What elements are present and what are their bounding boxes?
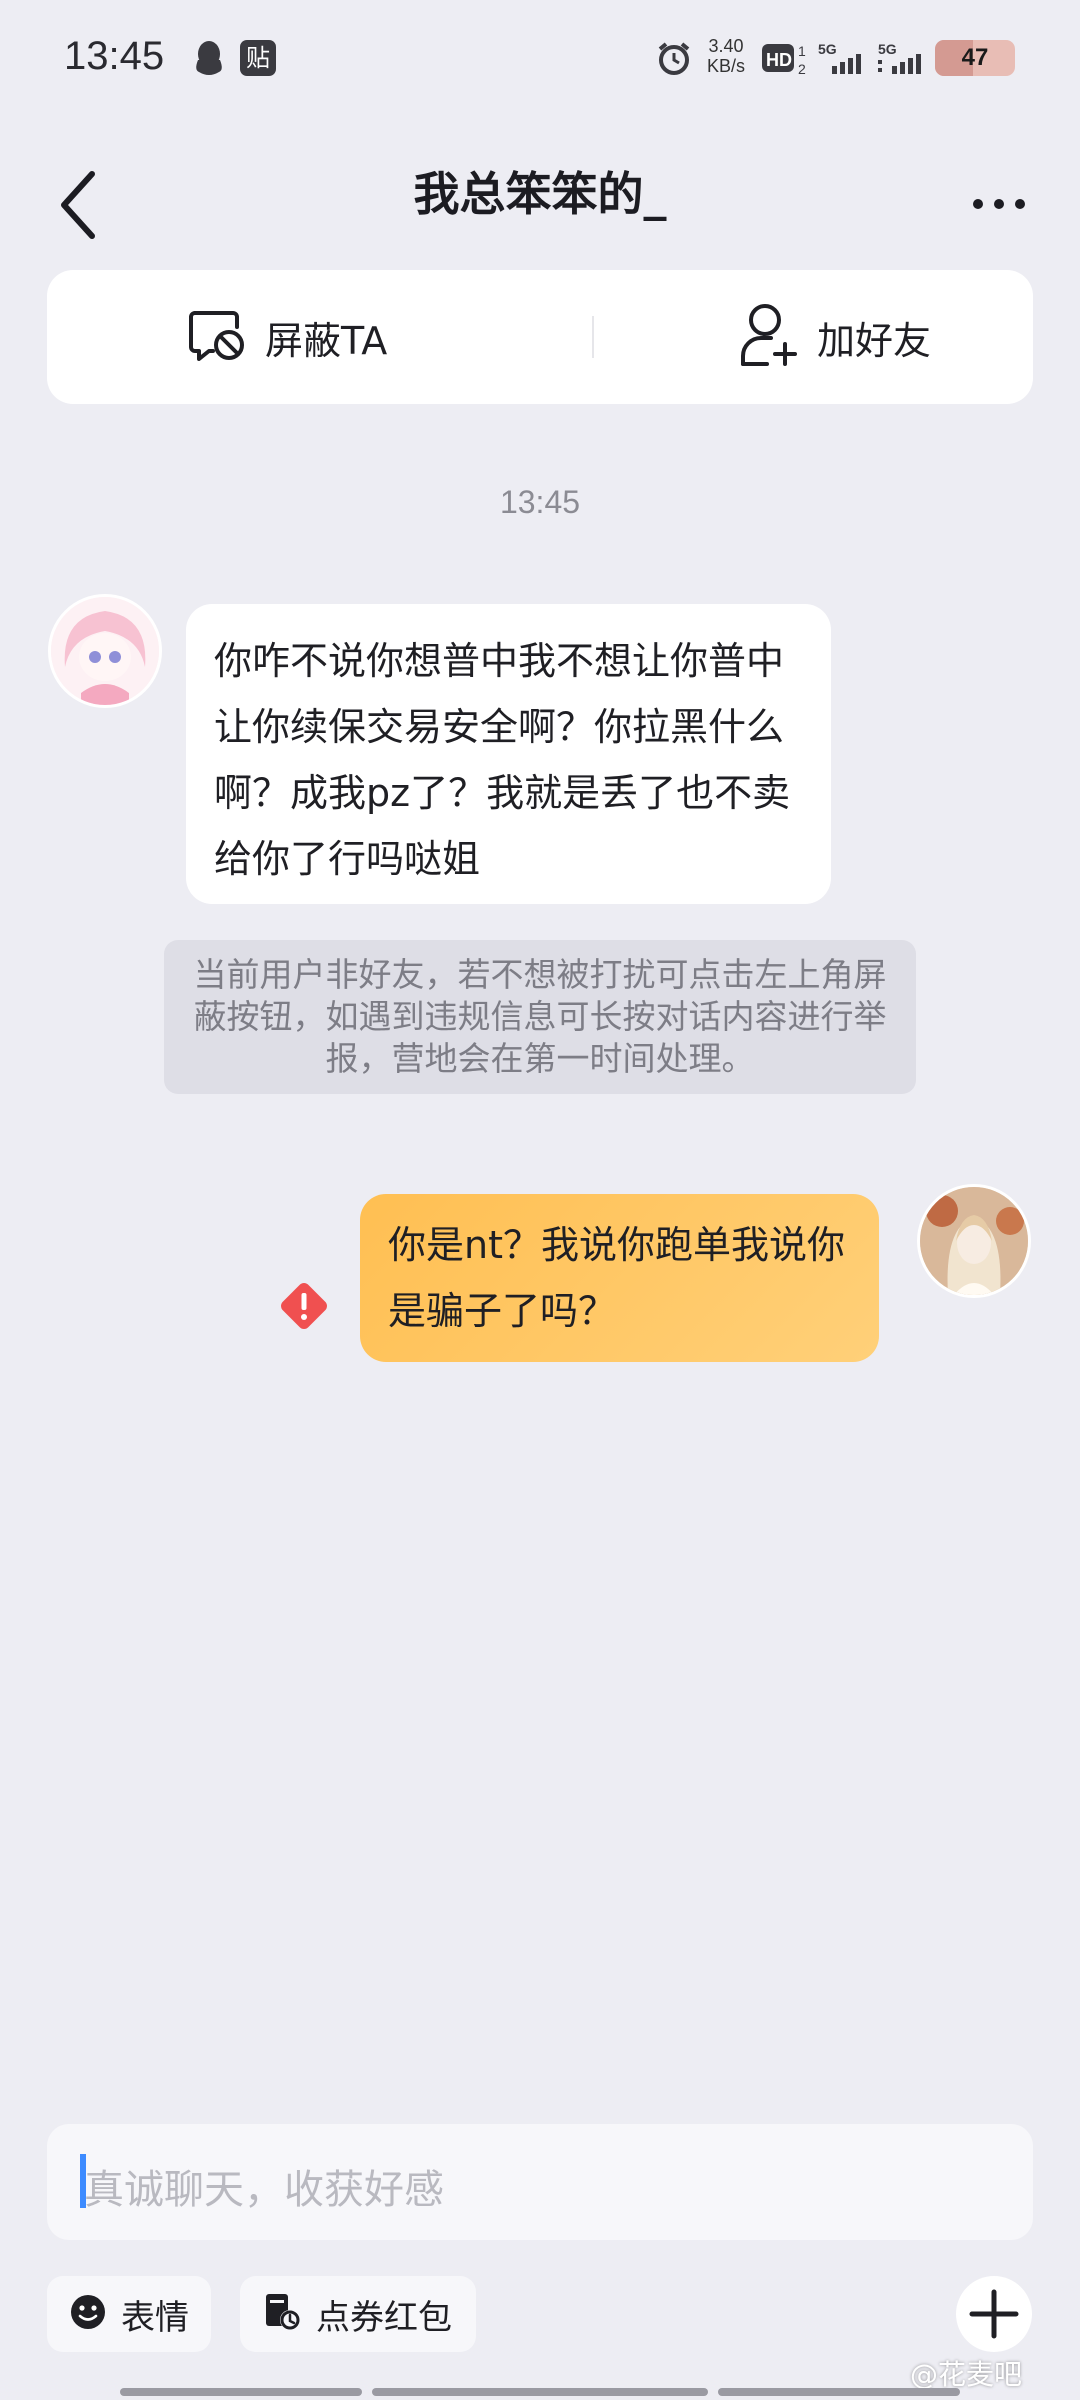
plus-button[interactable] — [956, 2276, 1032, 2352]
coupon-red-packet-button[interactable]: 点券红包 — [240, 2276, 476, 2352]
home-indicator — [372, 2388, 708, 2396]
more-dots-icon[interactable] — [972, 196, 1026, 215]
hd-icon: HD 1 2 — [762, 40, 812, 80]
home-indicator — [718, 2388, 960, 2396]
emoji-label: 表情 — [121, 2297, 189, 2338]
svg-text:5G: 5G — [878, 41, 897, 57]
chat-timestamp: 13:45 — [499, 484, 581, 520]
qq-icon — [192, 40, 226, 82]
avatar[interactable] — [917, 1184, 1031, 1298]
emoji-button[interactable]: 表情 — [47, 2276, 211, 2352]
home-indicator — [120, 2388, 362, 2396]
tie-icon: 贴 — [240, 40, 276, 76]
coupon-icon — [262, 2292, 302, 2336]
signal-5g-icon: 5G — [818, 40, 866, 80]
coupon-label: 点券红包 — [316, 2297, 452, 2338]
status-bar: 13:45 贴 3.40 KB/s HD 1 2 5G 5G 47 — [0, 0, 1080, 120]
watermark: @花麦吧 — [910, 2358, 1023, 2391]
svg-text:5G: 5G — [818, 41, 837, 57]
page-title: 我总笨笨的_ — [413, 167, 667, 221]
net-speed-unit: KB/s — [706, 56, 745, 76]
alarm-icon — [656, 40, 692, 80]
add-friend-label: 加好友 — [817, 318, 932, 363]
net-speed: 3.40 KB/s — [704, 36, 748, 76]
battery-icon: 47 — [935, 40, 1015, 76]
signal-5g-icon: 5G — [878, 40, 926, 80]
svg-text:HD: HD — [766, 50, 792, 70]
add-user-icon — [739, 302, 799, 372]
send-failed-icon[interactable] — [278, 1280, 330, 1336]
action-card: 屏蔽TA 加好友 — [47, 270, 1033, 404]
incoming-message-bubble[interactable]: 你咋不说你想普中我不想让你普中让你续保交易安全啊？你拉黑什么啊？成我pz了？我就… — [186, 604, 831, 904]
emoji-icon — [69, 2293, 107, 2335]
chat-screen: 13:45 贴 3.40 KB/s HD 1 2 5G 5G 47 我总笨笨的_… — [0, 0, 1080, 2400]
block-label: 屏蔽TA — [265, 318, 388, 363]
block-button[interactable]: 屏蔽TA — [187, 270, 387, 404]
block-icon — [187, 307, 247, 367]
battery-level: 47 — [961, 44, 989, 71]
incoming-message-text: 你咋不说你想普中我不想让你普中让你续保交易安全啊？你拉黑什么啊？成我pz了？我就… — [214, 639, 791, 881]
input-placeholder: 真诚聊天，收获好感 — [84, 2167, 444, 2213]
outgoing-message-text: 你是nt？我说你跑单我说你是骗子了吗？ — [388, 1223, 845, 1333]
chat-header: 我总笨笨的_ — [0, 140, 1080, 240]
svg-text:1: 1 — [798, 43, 806, 59]
avatar[interactable] — [48, 594, 162, 708]
action-divider — [592, 316, 594, 358]
system-notice: 当前用户非好友，若不想被打扰可点击左上角屏蔽按钮，如遇到违规信息可长按对话内容进… — [164, 940, 916, 1094]
net-speed-value: 3.40 — [708, 36, 744, 56]
add-friend-button[interactable]: 加好友 — [739, 270, 931, 404]
svg-text:2: 2 — [798, 61, 806, 76]
outgoing-message-bubble[interactable]: 你是nt？我说你跑单我说你是骗子了吗？ — [360, 1194, 879, 1362]
status-time: 13:45 — [64, 34, 165, 78]
